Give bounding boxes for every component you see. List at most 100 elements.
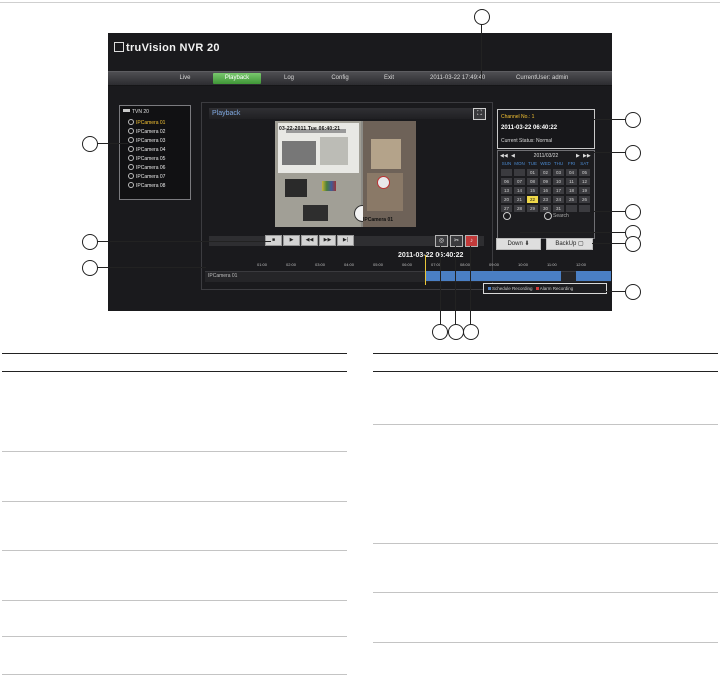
calendar-day[interactable]: 31 <box>553 205 564 212</box>
channel-status: Current Status: Normal <box>501 138 553 144</box>
tree-camera-item[interactable]: IPCamera 01 <box>128 119 165 126</box>
nav-exit[interactable]: Exit <box>376 73 402 84</box>
calendar-day[interactable]: 15 <box>527 187 538 194</box>
camera-icon <box>128 155 134 161</box>
calendar-day[interactable]: 25 <box>566 196 577 203</box>
alarm-legend-label: Alarm Recording <box>539 286 574 291</box>
nav-live[interactable]: Live <box>170 73 200 84</box>
download-button[interactable]: Down ⬇ <box>496 238 541 250</box>
calendar-day[interactable]: 28 <box>514 205 525 212</box>
fast-button[interactable]: ▶▶ <box>319 235 336 246</box>
tree-camera-item[interactable]: IPCamera 06 <box>128 164 165 171</box>
ruler-tick: 09:00 <box>489 262 500 267</box>
nav-playback[interactable]: Playback <box>213 73 261 84</box>
calendar-day[interactable]: 20 <box>501 196 512 203</box>
refresh-icon[interactable] <box>503 212 511 220</box>
calendar-day[interactable]: 03 <box>553 169 564 176</box>
tree-camera-item[interactable]: IPCamera 08 <box>128 182 165 189</box>
calendar-day[interactable]: 27 <box>501 205 512 212</box>
next-month-icon[interactable]: ▶ <box>576 153 580 159</box>
search-icon[interactable] <box>544 212 552 220</box>
fullscreen-button[interactable]: ⛶ <box>473 108 486 120</box>
calendar-day[interactable]: 24 <box>553 196 564 203</box>
tree-camera-item[interactable]: IPCamera 04 <box>128 146 165 153</box>
weekday-label: TUE <box>528 161 537 166</box>
calendar-day-selected[interactable]: 22 <box>527 196 538 203</box>
schedule-legend-label: Schedule Recording <box>492 286 533 291</box>
ruler-tick: 04:00 <box>344 262 355 267</box>
capture-button[interactable]: ◎ <box>435 235 448 247</box>
calendar-day[interactable]: 01 <box>527 169 538 176</box>
callout-marker <box>448 324 464 340</box>
calendar-day[interactable]: 16 <box>540 187 551 194</box>
search-button[interactable]: Search <box>553 213 569 219</box>
calendar-day[interactable]: 09 <box>540 178 551 185</box>
main-nav: Live Playback Log Config Exit 2011-03-22… <box>108 71 612 86</box>
table-left-header-rule <box>2 371 347 372</box>
schedule-recording-segment[interactable] <box>576 271 611 281</box>
calendar-day[interactable]: 23 <box>540 196 551 203</box>
channel-datetime: 2011-03-22 06:40:22 <box>501 125 558 131</box>
video-object <box>371 139 401 169</box>
calendar-day[interactable]: 21 <box>514 196 525 203</box>
playback-title: Playback <box>209 108 480 119</box>
calendar-day[interactable]: 06 <box>501 178 512 185</box>
calendar-day[interactable]: 30 <box>540 205 551 212</box>
callout-marker <box>625 145 641 161</box>
video-frame[interactable]: 03-22-2011 Tue 06:40:21 IPCamera 01 <box>275 121 416 227</box>
weekday-label: SUN <box>501 161 512 166</box>
table-row-rule <box>2 600 347 601</box>
camera-icon <box>128 146 134 152</box>
calendar-day[interactable]: 08 <box>527 178 538 185</box>
ruler-tick: 10:00 <box>518 262 529 267</box>
calendar-day[interactable]: 17 <box>553 187 564 194</box>
calendar-day[interactable]: 07 <box>514 178 525 185</box>
table-row-rule <box>373 424 718 425</box>
callout-leader <box>592 243 625 244</box>
audio-button[interactable]: ♪ <box>465 235 478 247</box>
calendar-day[interactable]: 14 <box>514 187 525 194</box>
tree-camera-item[interactable]: IPCamera 03 <box>128 137 165 144</box>
nav-log[interactable]: Log <box>275 73 303 84</box>
weekday-label: FRI <box>567 161 576 166</box>
calendar-day[interactable]: 04 <box>566 169 577 176</box>
weekday-label: SAT <box>580 161 589 166</box>
callout-leader <box>455 246 456 324</box>
weekday-label: MON <box>514 161 525 166</box>
camera-tree: TVN 20 IPCamera 01 IPCamera 02 IPCamera … <box>119 105 191 200</box>
calendar-day[interactable]: 18 <box>566 187 577 194</box>
tree-camera-item[interactable]: IPCamera 05 <box>128 155 165 162</box>
channel-info-panel: Channel No.: 1 2011-03-22 06:40:22 Curre… <box>497 109 595 149</box>
nav-config[interactable]: Config <box>323 73 357 84</box>
calendar-day[interactable]: 13 <box>501 187 512 194</box>
fast-icon: ▶▶ <box>323 237 332 243</box>
channel-number: Channel No.: 1 <box>501 114 535 120</box>
play-button[interactable]: ▶ <box>283 235 300 246</box>
tree-camera-item[interactable]: IPCamera 02 <box>128 128 165 135</box>
calendar-day[interactable]: 26 <box>579 196 590 203</box>
calendar-day[interactable]: 11 <box>566 178 577 185</box>
tree-camera-item[interactable]: IPCamera 07 <box>128 173 165 180</box>
callout-marker <box>82 260 98 276</box>
slow-button[interactable]: ◀◀ <box>301 235 318 246</box>
callout-marker <box>625 236 641 252</box>
table-row-rule <box>373 642 718 643</box>
calendar-day[interactable]: 29 <box>527 205 538 212</box>
frame-button[interactable]: ▶| <box>337 235 354 246</box>
calendar-day[interactable]: 12 <box>579 178 590 185</box>
frame-icon: ▶| <box>342 237 349 243</box>
tree-root[interactable]: TVN 20 <box>123 109 149 115</box>
next-year-icon[interactable]: ▶▶ <box>583 153 591 159</box>
calendar-day[interactable]: 19 <box>579 187 590 194</box>
ruler-tick: 06:00 <box>402 262 413 267</box>
calendar-day[interactable]: 10 <box>553 178 564 185</box>
clip-button[interactable]: ✂ <box>450 235 463 247</box>
table-row-rule <box>2 501 347 502</box>
stop-icon: ■ <box>271 237 276 243</box>
schedule-recording-segment[interactable] <box>426 271 561 281</box>
calendar-day[interactable]: 05 <box>579 169 590 176</box>
backup-button[interactable]: BackUp ▢ <box>546 238 593 250</box>
calendar-day[interactable]: 02 <box>540 169 551 176</box>
timeline-cursor[interactable] <box>425 255 426 285</box>
table-row-rule <box>373 592 718 593</box>
